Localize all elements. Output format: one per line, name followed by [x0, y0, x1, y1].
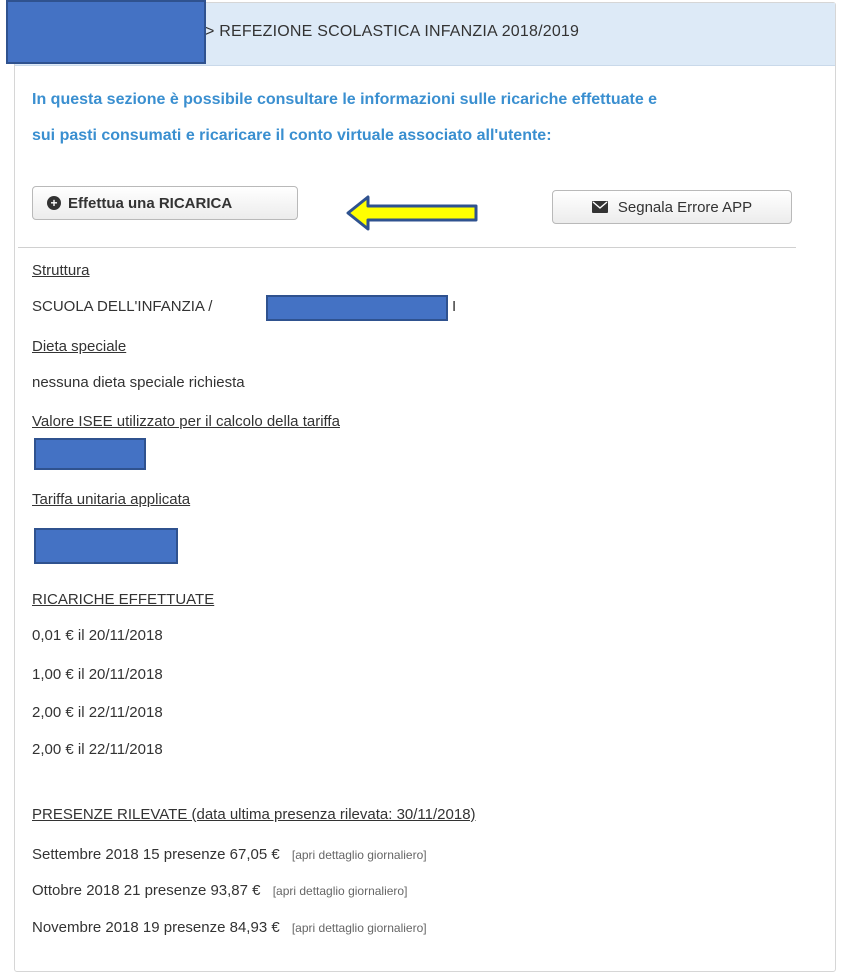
daily-detail-link[interactable]: [apri dettaglio giornaliero]	[273, 884, 408, 898]
isee-redaction	[34, 438, 146, 470]
recharge-item: 2,00 € il 22/11/2018	[32, 704, 163, 721]
attendance-row: Settembre 2018 15 presenze 67,05 € [apri…	[32, 846, 427, 863]
attendance-row-text: Novembre 2018 19 presenze 84,93 €	[32, 919, 280, 936]
daily-detail-link[interactable]: [apri dettaglio giornaliero]	[292, 921, 427, 935]
intro-text: In questa sezione è possibile consultare…	[32, 82, 802, 154]
recharge-item: 1,00 € il 20/11/2018	[32, 666, 163, 683]
redaction-box	[6, 0, 206, 64]
recharge-button-label: Effettua una RICARICA	[68, 194, 233, 212]
intro-line-1: In questa sezione è possibile consultare…	[32, 91, 658, 108]
structure-label: Struttura	[32, 262, 90, 279]
attendance-row: Novembre 2018 19 presenze 84,93 € [apri …	[32, 919, 427, 936]
structure-text: SCUOLA DELL'INFANZIA /	[32, 298, 213, 315]
envelope-icon	[591, 201, 608, 213]
recharge-item: 2,00 € il 22/11/2018	[32, 741, 163, 758]
yellow-arrow-icon	[346, 195, 478, 231]
recharge-button[interactable]: + Effettua una RICARICA	[32, 186, 298, 220]
diet-value: nessuna dieta speciale richiesta	[32, 374, 245, 391]
attendance-title: PRESENZE RILEVATE (data ultima presenza …	[32, 806, 476, 823]
recharges-title: RICARICHE EFFETTUATE	[32, 591, 215, 608]
page-title: > REFEZIONE SCOLASTICA INFANZIA 2018/201…	[205, 23, 580, 40]
attendance-row: Ottobre 2018 21 presenze 93,87 € [apri d…	[32, 882, 407, 899]
structure-value: SCUOLA DELL'INFANZIA /	[32, 298, 212, 315]
attendance-row-text: Ottobre 2018 21 presenze 93,87 €	[32, 882, 261, 899]
plus-circle-icon: +	[47, 196, 61, 210]
structure-suffix: I	[452, 298, 457, 315]
isee-label: Valore ISEE utilizzato per il calcolo de…	[32, 413, 340, 430]
report-error-button[interactable]: Segnala Errore APP	[552, 190, 792, 224]
tariff-label: Tariffa unitaria applicata	[32, 491, 191, 508]
recharge-item: 0,01 € il 20/11/2018	[32, 627, 163, 644]
report-error-label: Segnala Errore APP	[617, 198, 753, 216]
tariff-redaction	[34, 528, 178, 564]
attendance-row-text: Settembre 2018 15 presenze 67,05 €	[32, 846, 280, 863]
intro-line-2: sui pasti consumati e ricaricare il cont…	[32, 127, 552, 144]
daily-detail-link[interactable]: [apri dettaglio giornaliero]	[292, 848, 427, 862]
diet-label: Dieta speciale	[32, 338, 127, 355]
structure-redaction	[266, 295, 448, 321]
divider	[18, 247, 796, 248]
